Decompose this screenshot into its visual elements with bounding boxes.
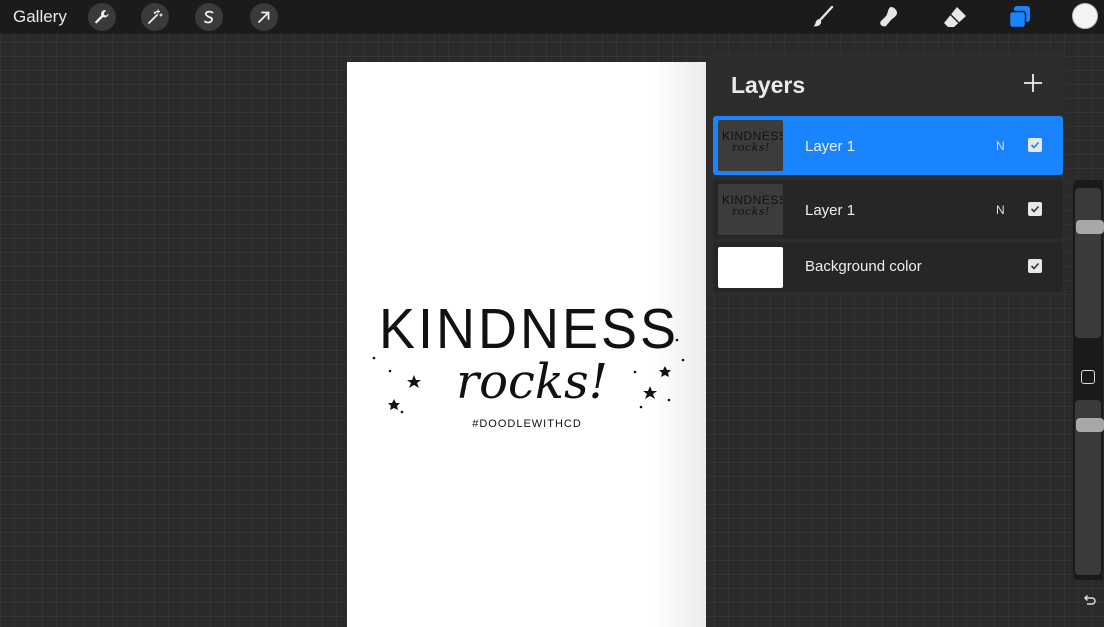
eraser-button[interactable] — [942, 4, 968, 30]
brush-button[interactable] — [810, 4, 836, 30]
checkmark-icon — [1030, 205, 1040, 213]
top-toolbar: Gallery — [0, 0, 1104, 34]
brush-icon — [813, 5, 834, 27]
thumbnail-text: rocks! — [732, 141, 770, 154]
brush-size-slider-thumb[interactable] — [1076, 220, 1104, 234]
gallery-button[interactable]: Gallery — [13, 7, 67, 27]
add-layer-button[interactable] — [1020, 70, 1046, 96]
smudge-button[interactable] — [876, 4, 902, 30]
layer-row[interactable]: KINDNESS rocks! Layer 1 N — [713, 180, 1063, 239]
layers-button[interactable] — [1007, 4, 1033, 30]
wrench-icon — [95, 10, 109, 24]
thumbnail-text: rocks! — [732, 205, 770, 218]
sidebar — [1073, 180, 1104, 580]
layer-visibility-checkbox[interactable] — [1028, 138, 1042, 152]
selection-button[interactable] — [195, 3, 223, 31]
transform-button[interactable] — [250, 3, 278, 31]
blend-mode-button[interactable]: N — [996, 203, 1005, 217]
eraser-icon — [944, 7, 966, 27]
actions-button[interactable] — [88, 3, 116, 31]
blend-mode-button[interactable]: N — [996, 139, 1005, 153]
drawing-canvas[interactable]: KINDNESS rocks! #DOODLEWITHCD — [347, 62, 706, 627]
layer-name: Background color — [805, 258, 922, 275]
smudge-icon — [880, 7, 897, 27]
checkmark-icon — [1030, 141, 1040, 149]
layer-visibility-checkbox[interactable] — [1028, 202, 1042, 216]
undo-icon — [1083, 594, 1096, 605]
arrow-cursor-icon — [258, 11, 270, 23]
layer-name: Layer 1 — [805, 138, 856, 155]
background-color-thumbnail — [718, 247, 783, 288]
selection-s-icon — [204, 10, 214, 24]
background-color-row[interactable]: Background color — [713, 242, 1063, 292]
undo-button[interactable] — [1079, 590, 1099, 610]
layer-thumbnail: KINDNESS rocks! — [718, 184, 783, 235]
plus-icon — [1024, 74, 1042, 92]
layers-panel: Layers KINDNESS rocks! Layer 1 N KINDNES… — [707, 52, 1065, 296]
layer-name: Layer 1 — [805, 202, 856, 219]
current-color-button[interactable] — [1072, 3, 1098, 29]
opacity-slider-thumb[interactable] — [1076, 418, 1104, 432]
adjustments-button[interactable] — [141, 3, 169, 31]
layer-thumbnail: KINDNESS rocks! — [718, 120, 783, 171]
opacity-slider[interactable] — [1075, 400, 1104, 575]
brush-size-slider[interactable] — [1075, 188, 1104, 338]
checkmark-icon — [1030, 262, 1040, 270]
layers-icon — [1008, 6, 1030, 29]
layer-visibility-checkbox[interactable] — [1028, 259, 1042, 273]
layer-row-selected[interactable]: KINDNESS rocks! Layer 1 N — [713, 116, 1063, 175]
magic-wand-icon — [148, 9, 163, 24]
modify-button[interactable] — [1081, 370, 1095, 384]
artwork-stars-decoration — [372, 338, 685, 414]
layers-panel-title: Layers — [731, 72, 806, 98]
